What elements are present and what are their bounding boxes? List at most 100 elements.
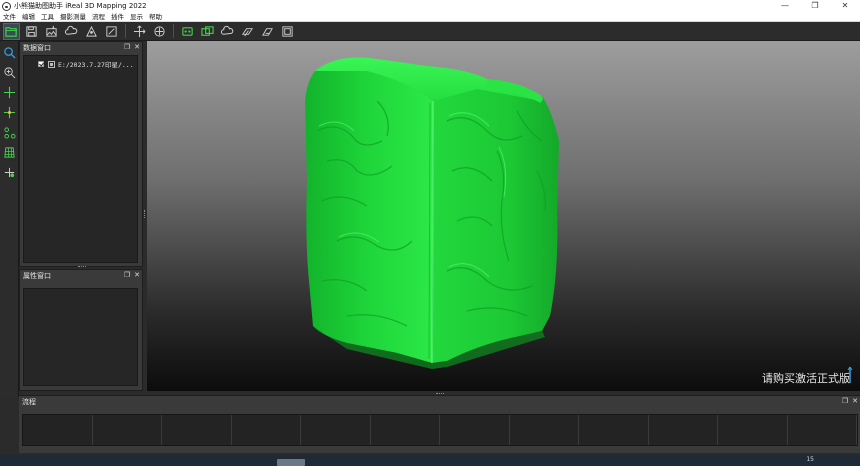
property-panel-controls: ❐ ✕ xyxy=(120,270,140,281)
workflow-step-cell[interactable] xyxy=(162,415,232,445)
layer-stack-icon xyxy=(262,27,273,36)
vertical-splitter[interactable] xyxy=(144,210,146,218)
minimize-button[interactable]: — xyxy=(770,0,800,12)
workflow-step-cell[interactable] xyxy=(301,415,371,445)
workflow-step-cell[interactable] xyxy=(788,415,857,445)
title-bar: 小熊猫助图助手 iReal 3D Mapping 2022 — ❐ ✕ xyxy=(0,0,860,12)
panel-splitter[interactable] xyxy=(78,266,86,268)
workflow-step-cell[interactable] xyxy=(718,415,788,445)
workflow-step-cell[interactable] xyxy=(232,415,301,445)
app-window: 小熊猫助图助手 iReal 3D Mapping 2022 — ❐ ✕ 文件 编… xyxy=(0,0,860,466)
workflow-panel-title: 流程 xyxy=(22,397,36,406)
toolbar-separator xyxy=(125,24,126,38)
workflow-step-cell[interactable] xyxy=(23,415,93,445)
grid-button[interactable] xyxy=(1,144,18,161)
menu-workflow[interactable]: 流程 xyxy=(92,12,105,22)
stone-mesh-model xyxy=(305,57,559,369)
workflow-steps xyxy=(22,414,858,446)
taskbar-text: 15 xyxy=(806,456,814,463)
cloud-sync-button[interactable] xyxy=(219,23,236,40)
menu-help[interactable]: 帮助 xyxy=(149,12,162,22)
menu-plugins[interactable]: 插件 xyxy=(111,12,124,22)
move-icon xyxy=(133,25,146,37)
measure-button[interactable] xyxy=(83,23,100,40)
checkbox[interactable] xyxy=(38,61,44,67)
close-icon[interactable]: ✕ xyxy=(134,42,140,53)
edit-button[interactable] xyxy=(103,23,120,40)
align-button[interactable] xyxy=(179,23,196,40)
rotate-button[interactable] xyxy=(151,23,168,40)
zoom-button[interactable] xyxy=(1,44,18,61)
axis-indicator-icon xyxy=(847,366,853,383)
property-body xyxy=(23,288,138,386)
data-panel-header: 数据窗口 ❐ ✕ xyxy=(20,42,142,53)
close-button[interactable]: ✕ xyxy=(830,0,860,12)
tree-item-label: E:/2023.7.27印星/... xyxy=(58,61,134,69)
menu-edit[interactable]: 编辑 xyxy=(22,12,35,22)
float-icon[interactable]: ❐ xyxy=(124,42,130,53)
align-icon xyxy=(182,26,193,36)
workflow-panel-controls: ❐ ✕ xyxy=(838,396,858,407)
data-tree: E:/2023.7.27印星/... xyxy=(23,55,138,263)
connect-button[interactable] xyxy=(1,124,18,141)
open-button[interactable] xyxy=(3,22,20,40)
workflow-step-cell[interactable] xyxy=(371,415,440,445)
tree-item[interactable]: E:/2023.7.27印星/... xyxy=(24,59,137,69)
point-cloud-button[interactable] xyxy=(63,23,80,40)
workflow-step-cell[interactable] xyxy=(579,415,649,445)
edit-icon xyxy=(106,25,117,37)
import-image-button[interactable] xyxy=(43,23,60,40)
maximize-button[interactable]: ❐ xyxy=(800,0,830,12)
zoom-region-icon xyxy=(4,67,16,79)
workflow-step-cell[interactable] xyxy=(440,415,510,445)
add-point-button[interactable] xyxy=(1,84,18,101)
float-icon[interactable]: ❐ xyxy=(842,396,848,407)
workflow-panel: 流程 ❐ ✕ xyxy=(19,395,860,453)
zoom-icon xyxy=(4,47,16,59)
property-panel: 属性窗口 ❐ ✕ xyxy=(19,269,143,391)
menu-view[interactable]: 显示 xyxy=(130,12,143,22)
layer-stack-button[interactable] xyxy=(259,23,276,40)
float-icon[interactable]: ❐ xyxy=(124,270,130,281)
import-image-icon xyxy=(46,25,57,37)
center-point-button[interactable] xyxy=(1,104,18,121)
workflow-step-cell[interactable] xyxy=(510,415,579,445)
os-taskbar: 15 xyxy=(0,455,860,466)
connect-icon xyxy=(4,127,16,139)
align-all-button[interactable] xyxy=(199,23,216,40)
menu-bar: 文件 编辑 工具 摄影测量 流程 插件 显示 帮助 xyxy=(0,12,860,22)
window-controls: — ❐ ✕ xyxy=(770,0,860,12)
copy-layer-button[interactable] xyxy=(239,23,256,40)
workflow-step-cell[interactable] xyxy=(649,415,718,445)
taskbar-app-item[interactable] xyxy=(277,459,305,466)
data-panel-controls: ❐ ✕ xyxy=(120,42,140,53)
property-panel-header: 属性窗口 ❐ ✕ xyxy=(20,270,142,281)
model-node-icon xyxy=(48,60,55,68)
zoom-region-button[interactable] xyxy=(1,64,18,81)
workflow-step-cell[interactable] xyxy=(93,415,162,445)
copy-layer-icon xyxy=(241,27,254,36)
close-icon[interactable]: ✕ xyxy=(134,270,140,281)
open-folder-icon xyxy=(5,26,18,37)
3d-viewport[interactable]: 请购买激活正式版 xyxy=(147,41,860,391)
app-logo-icon xyxy=(2,1,11,11)
save-button[interactable] xyxy=(23,23,40,40)
toolbar-separator xyxy=(173,24,174,38)
menu-tools[interactable]: 工具 xyxy=(41,12,54,22)
frame-icon xyxy=(282,25,293,37)
frame-button[interactable] xyxy=(279,23,296,40)
window-title: 小熊猫助图助手 iReal 3D Mapping 2022 xyxy=(14,2,147,10)
move-cross-icon xyxy=(4,167,15,178)
workflow-panel-header: 流程 ❐ ✕ xyxy=(19,396,860,407)
data-panel-title: 数据窗口 xyxy=(23,43,51,52)
add-point-icon xyxy=(3,86,16,99)
cloud-sync-icon xyxy=(221,25,234,35)
close-icon[interactable]: ✕ xyxy=(852,396,858,407)
move-cross-button[interactable] xyxy=(1,164,18,181)
menu-file[interactable]: 文件 xyxy=(3,12,16,22)
left-toolbar xyxy=(0,41,19,397)
move-button[interactable] xyxy=(131,23,148,40)
menu-photogrammetry[interactable]: 摄影测量 xyxy=(60,12,86,22)
measure-icon xyxy=(86,25,97,37)
align-all-icon xyxy=(201,25,214,36)
